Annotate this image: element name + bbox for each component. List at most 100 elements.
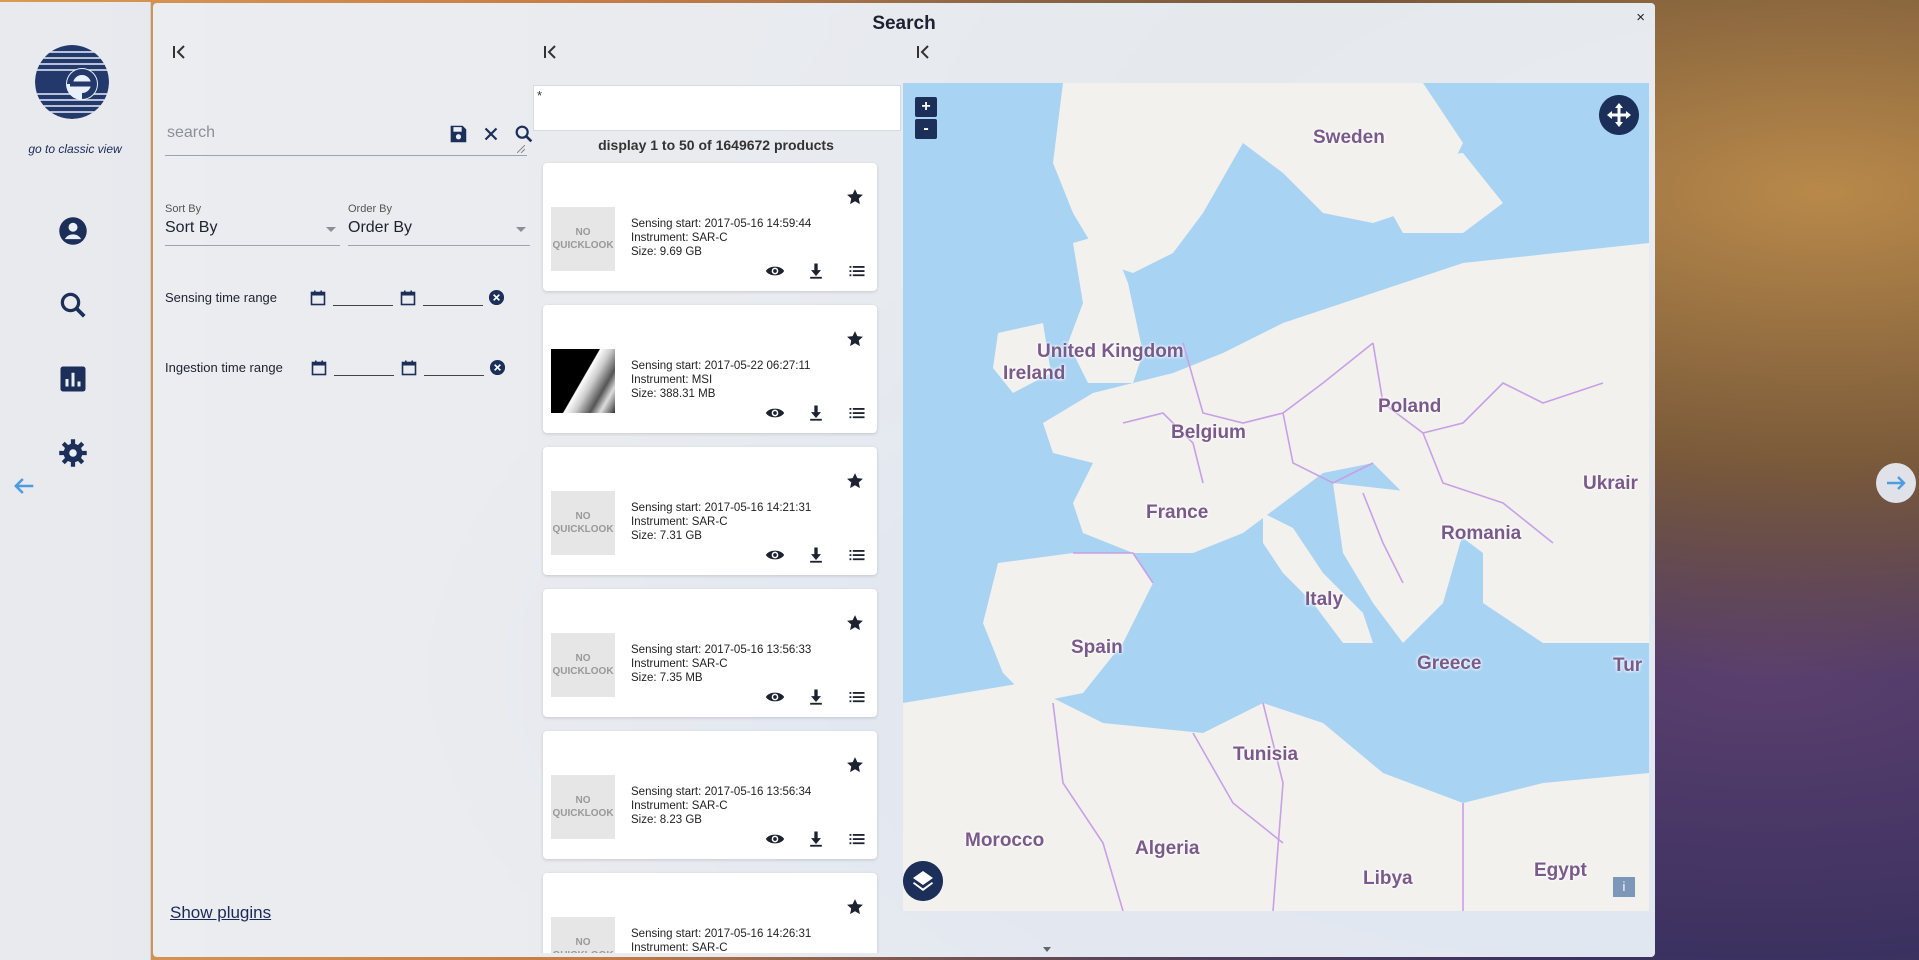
ingestion-end-date-field[interactable] [424, 375, 484, 376]
star-icon[interactable] [845, 755, 865, 775]
result-card[interactable]: NO QUICKLOOK Sensing start: 2017-05-16 1… [543, 589, 877, 717]
instrument: Instrument: SAR-C [631, 942, 728, 953]
classic-view-link[interactable]: go to classic view [0, 142, 150, 156]
map-view[interactable]: Sweden United Kingdom Ireland Poland Bel… [903, 83, 1649, 911]
result-card[interactable]: NO QUICKLOOK Sensing start: 2017-05-16 1… [543, 447, 877, 575]
chevron-down-icon [326, 227, 336, 232]
zoom-out-button[interactable]: - [915, 119, 937, 139]
resize-grip-icon[interactable] [517, 145, 525, 153]
scroll-down-icon[interactable] [1043, 947, 1051, 953]
clear-circle-icon[interactable] [488, 289, 505, 306]
arrow-left-icon[interactable] [10, 472, 38, 500]
eye-icon[interactable] [765, 545, 785, 565]
search-icon[interactable] [58, 290, 88, 320]
details-list-icon[interactable] [847, 403, 867, 423]
result-card[interactable]: Sensing start: 2017-05-22 06:27:11 Instr… [543, 305, 877, 433]
order-by-label: Order By [348, 203, 393, 215]
details-list-icon[interactable] [847, 261, 867, 281]
map-label: Ukrair [1583, 473, 1638, 494]
result-meta: Sensing start: 2017-05-16 14:21:31 Instr… [631, 501, 811, 543]
download-icon[interactable] [806, 545, 826, 565]
download-icon[interactable] [806, 261, 826, 281]
query-textarea[interactable]: * [533, 85, 901, 131]
search-icon[interactable] [513, 123, 535, 145]
sort-by-select[interactable]: Sort By Sort By [165, 203, 340, 246]
result-meta: Sensing start: 2017-05-16 14:59:44 Instr… [631, 217, 811, 259]
star-icon[interactable] [845, 471, 865, 491]
arrow-right-icon[interactable] [1876, 463, 1916, 503]
instrument: Instrument: MSI [631, 374, 713, 386]
calendar-icon[interactable] [311, 360, 327, 376]
order-by-select[interactable]: Order By Order By [348, 203, 530, 246]
quicklook-image[interactable] [551, 349, 615, 413]
download-icon[interactable] [806, 403, 826, 423]
layers-icon[interactable] [903, 861, 943, 901]
results-count: display 1 to 50 of 1649672 products [598, 137, 834, 153]
zoom-in-button[interactable]: + [915, 97, 937, 117]
details-list-icon[interactable] [847, 687, 867, 707]
show-plugins-link[interactable]: Show plugins [170, 903, 271, 923]
ingestion-time-label: Ingestion time range [165, 360, 283, 375]
map-label: France [1146, 502, 1209, 523]
sensing-start: Sensing start: 2017-05-16 13:56:34 [631, 786, 812, 798]
results-list: NO QUICKLOOK Sensing start: 2017-05-16 1… [533, 161, 899, 953]
details-list-icon[interactable] [847, 829, 867, 849]
map-info-button[interactable]: i [1613, 877, 1635, 897]
no-quicklook-placeholder: NO QUICKLOOK [551, 775, 615, 839]
ingestion-start-date-field[interactable] [334, 375, 394, 376]
eye-icon[interactable] [765, 403, 785, 423]
result-card[interactable]: NO QUICKLOOK Sensing start: 2017-05-16 1… [543, 731, 877, 859]
star-icon[interactable] [845, 897, 865, 917]
map-label: Morocco [965, 830, 1045, 851]
eye-icon[interactable] [765, 687, 785, 707]
sensing-end-date-field[interactable] [423, 305, 483, 306]
result-meta: Sensing start: 2017-05-16 13:56:33 Instr… [631, 643, 811, 685]
map-label: Sweden [1313, 127, 1385, 148]
eye-icon[interactable] [765, 829, 785, 849]
sensing-time-label: Sensing time range [165, 290, 278, 305]
map-label: Belgium [1171, 422, 1246, 443]
calendar-icon[interactable] [401, 360, 417, 376]
map-label: Tunisia [1233, 744, 1299, 765]
account-icon[interactable] [58, 216, 88, 246]
stats-icon[interactable] [58, 364, 88, 394]
result-card[interactable]: NO QUICKLOOK Sensing start: 2017-05-16 1… [543, 873, 877, 953]
map-label: United Kingdom [1037, 341, 1184, 362]
collapse-map-icon[interactable] [915, 43, 933, 61]
eye-icon[interactable] [765, 261, 785, 281]
sensing-time-range: Sensing time range [165, 286, 535, 310]
map-label: Greece [1417, 653, 1482, 674]
product-size: Size: 7.35 MB [631, 672, 703, 684]
star-icon[interactable] [845, 613, 865, 633]
map-label: Ireland [1003, 363, 1066, 384]
product-size: Size: 7.31 GB [631, 530, 702, 542]
close-button[interactable]: × [1636, 9, 1645, 26]
details-list-icon[interactable] [847, 545, 867, 565]
star-icon[interactable] [845, 187, 865, 207]
download-icon[interactable] [806, 829, 826, 849]
collapse-filters-icon[interactable] [171, 43, 189, 61]
map-label: Spain [1071, 637, 1123, 658]
esa-logo[interactable] [34, 44, 110, 120]
sensing-start-date-field[interactable] [333, 305, 393, 306]
instrument: Instrument: SAR-C [631, 516, 728, 528]
map-label: Romania [1441, 523, 1522, 544]
no-quicklook-placeholder: NO QUICKLOOK [551, 207, 615, 271]
calendar-icon[interactable] [310, 290, 326, 306]
star-icon[interactable] [845, 329, 865, 349]
settings-icon[interactable] [58, 438, 88, 468]
calendar-icon[interactable] [400, 290, 416, 306]
result-card[interactable]: NO QUICKLOOK Sensing start: 2017-05-16 1… [543, 163, 877, 291]
collapse-list-icon[interactable] [542, 43, 560, 61]
clear-circle-icon[interactable] [489, 359, 506, 376]
map-label: Egypt [1534, 860, 1587, 881]
product-size: Size: 8.23 GB [631, 814, 702, 826]
clear-icon[interactable] [480, 123, 502, 145]
fullscreen-icon[interactable] [1599, 95, 1639, 135]
download-icon[interactable] [806, 687, 826, 707]
search-panel: Search × Sort By Sort By [153, 3, 1655, 957]
search-input[interactable] [165, 123, 419, 143]
instrument: Instrument: SAR-C [631, 658, 728, 670]
save-icon[interactable] [447, 123, 469, 145]
instrument: Instrument: SAR-C [631, 232, 728, 244]
